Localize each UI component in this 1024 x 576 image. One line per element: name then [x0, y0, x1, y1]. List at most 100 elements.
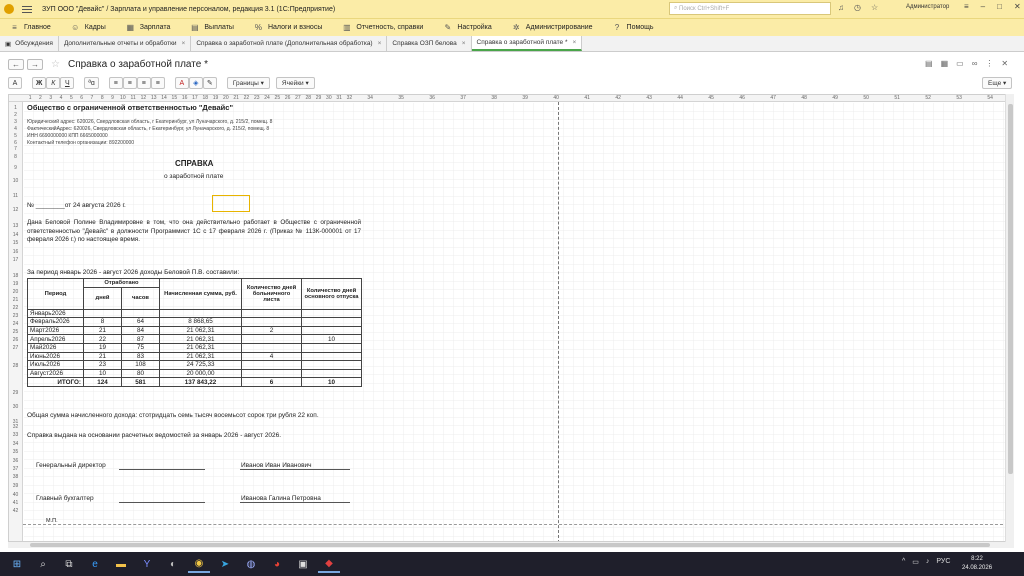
- column-number[interactable]: 12: [138, 95, 148, 101]
- align-left-icon[interactable]: ≡: [108, 77, 123, 89]
- row-number[interactable]: 19: [9, 281, 22, 287]
- row-number[interactable]: 36: [9, 458, 22, 464]
- speaker-icon[interactable]: ♪: [926, 558, 930, 566]
- column-number[interactable]: 25: [272, 95, 282, 101]
- table-row[interactable]: Апрель2026 22 87 21 062,31 10: [27, 334, 362, 344]
- column-number[interactable]: 47: [758, 95, 789, 101]
- taskview-icon[interactable]: ⧉: [58, 555, 80, 573]
- row-number[interactable]: 1: [9, 105, 22, 111]
- row-number[interactable]: 11: [9, 193, 22, 199]
- search-taskbar-icon[interactable]: ⌕: [32, 555, 54, 573]
- minimize-icon[interactable]: –: [981, 2, 985, 11]
- column-number[interactable]: 6: [77, 95, 87, 101]
- maximize-icon[interactable]: □: [997, 2, 1002, 11]
- underline-button[interactable]: Ч: [60, 77, 75, 89]
- chrome-icon[interactable]: ◕: [266, 555, 288, 573]
- menu-item-personnel[interactable]: ☺ Кадры: [71, 23, 106, 32]
- tab-discussions[interactable]: ▣ Обсуждения: [0, 36, 59, 51]
- current-user[interactable]: Администратор: [906, 4, 949, 10]
- row-number[interactable]: 41: [9, 500, 22, 506]
- edge-icon[interactable]: e: [84, 555, 106, 573]
- row-number[interactable]: 13: [9, 223, 22, 229]
- row-number[interactable]: 34: [9, 441, 22, 447]
- cells-dropdown[interactable]: Ячейки ▾: [275, 77, 315, 89]
- row-number[interactable]: 20: [9, 289, 22, 295]
- table-row[interactable]: Июль2026 23 108 24 725,33: [27, 360, 362, 370]
- table-row[interactable]: Май2026 19 75 21 062,31: [27, 342, 362, 353]
- menu-item-reports[interactable]: ▥ Отчетность, справки: [342, 23, 423, 32]
- column-number[interactable]: 8: [97, 95, 107, 101]
- italic-button[interactable]: К: [46, 77, 61, 89]
- accountant-name[interactable]: Иванова Галина Петровна: [241, 495, 321, 502]
- row-number[interactable]: 25: [9, 329, 22, 335]
- total-row[interactable]: ИТОГО: 124 581 137 843,22 6 10: [27, 377, 362, 387]
- start-icon[interactable]: ⊞: [6, 555, 28, 573]
- column-number[interactable]: 54: [975, 95, 1006, 101]
- horizontal-scrollbar[interactable]: [8, 542, 1014, 548]
- column-number[interactable]: 16: [180, 95, 190, 101]
- column-number[interactable]: 1: [25, 95, 35, 101]
- body-paragraph[interactable]: Дана Беловой Полине Владимировне в том, …: [27, 219, 361, 245]
- row-number[interactable]: 14: [9, 232, 22, 238]
- bell-icon[interactable]: ♫: [838, 3, 844, 12]
- th-hours[interactable]: часов: [121, 286, 160, 310]
- column-number[interactable]: 32: [344, 95, 354, 101]
- save-icon[interactable]: ▦: [941, 59, 949, 68]
- column-number[interactable]: 37: [448, 95, 479, 101]
- table-row[interactable]: Февраль2026 8 64 8 868,65: [27, 317, 362, 327]
- settings-icon[interactable]: ≡: [964, 2, 969, 11]
- row-number[interactable]: 2: [9, 112, 22, 118]
- column-number[interactable]: 2: [35, 95, 45, 101]
- column-number[interactable]: 18: [200, 95, 210, 101]
- doc-heading[interactable]: СПРАВКА: [175, 159, 213, 168]
- inn-kpp[interactable]: ИНН 6690000000 КПП 6665000000: [27, 133, 108, 139]
- number-date[interactable]: № ________от 24 августа 2026 г.: [27, 202, 126, 209]
- clock[interactable]: 8:22 24.08.2026: [962, 555, 992, 573]
- align-justify-icon[interactable]: ≡: [150, 77, 165, 89]
- column-number[interactable]: 24: [262, 95, 272, 101]
- table-row[interactable]: Июнь2026 21 83 21 062,31 4: [27, 351, 362, 362]
- row-number[interactable]: 21: [9, 297, 22, 303]
- column-number[interactable]: 13: [149, 95, 159, 101]
- column-number[interactable]: 31: [334, 95, 344, 101]
- column-number[interactable]: 21: [231, 95, 241, 101]
- tab-salary-certificate-processing[interactable]: Справка о заработной плате (Дополнительн…: [191, 36, 388, 51]
- back-button[interactable]: ←: [8, 58, 24, 70]
- column-number[interactable]: 15: [169, 95, 179, 101]
- row-number[interactable]: 10: [9, 178, 22, 184]
- row-number[interactable]: 9: [9, 165, 22, 171]
- highlight-icon[interactable]: ✎: [202, 77, 217, 89]
- column-number[interactable]: 36: [417, 95, 448, 101]
- explorer-icon[interactable]: ▬: [110, 555, 132, 573]
- column-number[interactable]: 22: [241, 95, 251, 101]
- network-icon[interactable]: ▭: [912, 558, 919, 566]
- column-number[interactable]: 7: [87, 95, 97, 101]
- column-number[interactable]: 34: [355, 95, 386, 101]
- tab-additional-reports[interactable]: Дополнительные отчеты и обработки ×: [59, 36, 192, 51]
- telegram-icon[interactable]: ➤: [214, 555, 236, 573]
- preview-icon[interactable]: ▭: [956, 59, 964, 68]
- row-number[interactable]: 5: [9, 133, 22, 139]
- menu-item-help[interactable]: ? Помощь: [613, 23, 654, 32]
- th-worked[interactable]: Отработано: [83, 278, 160, 288]
- th-sick[interactable]: Количество дней больничного листа: [241, 278, 302, 310]
- row-number[interactable]: 15: [9, 240, 22, 246]
- row-number[interactable]: 3: [9, 119, 22, 125]
- legal-address[interactable]: Юридический адрес: 620026, Свердловская …: [27, 119, 272, 125]
- column-number[interactable]: 41: [572, 95, 603, 101]
- row-number[interactable]: 32: [9, 424, 22, 430]
- forward-button[interactable]: →: [27, 58, 43, 70]
- org-phone[interactable]: Контактный телефон организации: 89220000…: [27, 140, 134, 146]
- org-name[interactable]: Общество с ограниченной ответственностью…: [27, 103, 233, 112]
- menu-item-admin[interactable]: ✲ Администрирование: [512, 23, 593, 32]
- table-row[interactable]: Март2026 21 84 21 062,31 2: [27, 325, 362, 336]
- column-number[interactable]: 5: [66, 95, 76, 101]
- column-number[interactable]: 29: [313, 95, 323, 101]
- app4-icon[interactable]: ◆: [318, 555, 340, 573]
- column-number[interactable]: 43: [634, 95, 665, 101]
- align-right-icon[interactable]: ≡: [136, 77, 151, 89]
- more-dropdown[interactable]: Еще ▾: [982, 77, 1013, 89]
- favorite-star-icon[interactable]: ☆: [51, 59, 60, 70]
- history-icon[interactable]: ◷: [854, 3, 861, 12]
- column-number[interactable]: 42: [603, 95, 634, 101]
